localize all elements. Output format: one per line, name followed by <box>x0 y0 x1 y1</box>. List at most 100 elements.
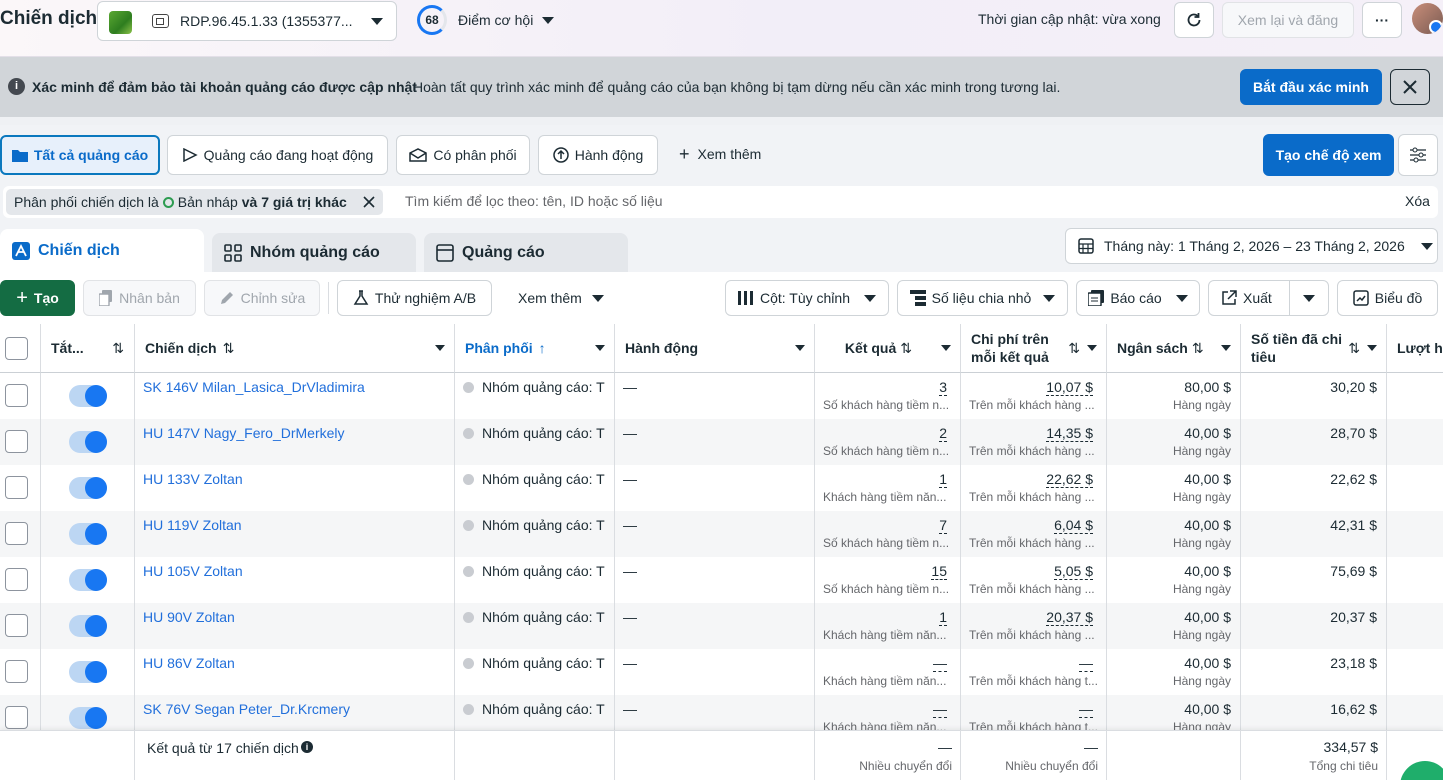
campaign-toggle[interactable] <box>69 431 107 453</box>
budget-value[interactable]: 40,00 $ <box>1107 425 1231 441</box>
row-checkbox[interactable] <box>5 706 28 729</box>
cpr-value[interactable]: — <box>1079 701 1093 718</box>
result-value[interactable]: 7 <box>939 517 947 534</box>
campaign-name-link[interactable]: SK 76V Segan Peter_Dr.Krcmery <box>143 701 350 717</box>
cpr-value[interactable]: 20,37 $ <box>1046 609 1093 626</box>
tab-ads[interactable]: Quảng cáo <box>424 233 628 272</box>
cpr-value[interactable]: 6,04 $ <box>1054 517 1093 534</box>
column-reach[interactable]: Lượt hi <box>1387 324 1443 373</box>
ab-test-button[interactable]: Thử nghiệm A/B <box>337 280 492 316</box>
cpr-value[interactable]: 14,35 $ <box>1046 425 1093 442</box>
column-cost-per-result[interactable]: Chi phí trên mỗi kết quả ⇅ <box>961 324 1107 373</box>
tab-all-ads[interactable]: Tất cả quảng cáo <box>0 135 160 175</box>
row-checkbox[interactable] <box>5 522 28 545</box>
column-amount-spent[interactable]: Số tiền đã chi tiêu ⇅ <box>1241 324 1387 373</box>
view-settings-button[interactable] <box>1398 134 1438 176</box>
result-value[interactable]: 1 <box>939 609 947 626</box>
column-delivery[interactable]: Phân phối ↑ <box>455 324 615 373</box>
chevron-down-icon[interactable] <box>542 17 554 24</box>
opportunity-score-label[interactable]: Điểm cơ hội <box>458 12 533 28</box>
avatar[interactable] <box>1412 3 1443 34</box>
help-bubble-icon[interactable] <box>1400 761 1443 780</box>
tab-active-ads[interactable]: Quảng cáo đang hoạt động <box>167 135 388 175</box>
campaign-toggle[interactable] <box>69 523 107 545</box>
campaign-name-link[interactable]: HU 119V Zoltan <box>143 517 242 533</box>
table-row[interactable]: HU 90V Zoltan Nhóm quảng cáo: T — 1 Khách hà… <box>0 603 1443 649</box>
result-value[interactable]: 2 <box>939 425 947 442</box>
table-row[interactable]: HU 147V Nagy_Fero_DrMerkely Nhóm quảng cá… <box>0 419 1443 465</box>
close-icon[interactable] <box>363 196 375 208</box>
start-verification-button[interactable]: Bắt đầu xác minh <box>1240 69 1382 105</box>
campaign-toggle[interactable] <box>69 385 107 407</box>
row-checkbox[interactable] <box>5 660 28 683</box>
campaign-name-link[interactable]: HU 86V Zoltan <box>143 655 235 671</box>
date-range-picker[interactable]: Tháng này: 1 Tháng 2, 2026 – 23 Tháng 2,… <box>1065 228 1438 264</box>
result-value[interactable]: — <box>933 655 947 672</box>
opportunity-score-ring[interactable]: 68 <box>417 5 447 35</box>
budget-value[interactable]: 40,00 $ <box>1107 701 1231 717</box>
table-row[interactable]: HU 133V Zoltan Nhóm quảng cáo: T — 1 Khách h… <box>0 465 1443 511</box>
row-checkbox[interactable] <box>5 430 28 453</box>
see-more-filters[interactable]: + Xem thêm <box>679 145 761 163</box>
close-banner-button[interactable] <box>1390 69 1430 105</box>
duplicate-button[interactable]: Nhân bản <box>83 280 196 316</box>
tab-with-delivery[interactable]: Có phân phối <box>396 135 530 175</box>
create-button[interactable]: + Tạo <box>0 280 75 316</box>
cpr-value[interactable]: 5,05 $ <box>1054 563 1093 580</box>
table-row[interactable]: HU 86V Zoltan Nhóm quảng cáo: T — — Khách hà… <box>0 649 1443 695</box>
review-publish-button[interactable]: Xem lại và đăng <box>1222 2 1354 38</box>
breakdown-button[interactable]: Số liệu chia nhỏ <box>897 280 1068 316</box>
charts-button[interactable]: Biểu đồ <box>1337 280 1438 316</box>
campaign-name-link[interactable]: SK 146V Milan_Lasica_DrVladimira <box>143 379 365 395</box>
tab-actions[interactable]: Hành động <box>538 135 658 175</box>
reports-button[interactable]: Báo cáo <box>1076 280 1200 316</box>
table-row[interactable]: HU 105V Zoltan Nhóm quảng cáo: T — 15 Số khá… <box>0 557 1443 603</box>
campaign-toggle[interactable] <box>69 661 107 683</box>
select-all-checkbox[interactable] <box>5 337 28 360</box>
result-value[interactable]: — <box>933 701 947 718</box>
column-budget[interactable]: Ngân sách ⇅ <box>1107 324 1241 373</box>
refresh-button[interactable] <box>1174 2 1214 38</box>
see-more-actions[interactable]: Xem thêm <box>518 290 604 306</box>
table-row[interactable]: SK 146V Milan_Lasica_DrVladimira Nhóm quả… <box>0 373 1443 419</box>
edit-button[interactable]: Chỉnh sửa <box>204 280 320 316</box>
result-value[interactable]: 3 <box>939 379 947 396</box>
row-checkbox[interactable] <box>5 614 28 637</box>
filter-chip[interactable]: Phân phối chiến dịch là Bản nháp và 7 gi… <box>6 189 383 215</box>
clear-filters-link[interactable]: Xóa <box>1405 193 1430 209</box>
column-toggle[interactable]: Tắt... ⇅ <box>41 324 135 373</box>
more-options-button[interactable]: ··· <box>1362 2 1402 38</box>
search-input[interactable]: Tìm kiếm để lọc theo: tên, ID hoặc số li… <box>405 193 1305 209</box>
budget-value[interactable]: 80,00 $ <box>1107 379 1231 395</box>
budget-value[interactable]: 40,00 $ <box>1107 655 1231 671</box>
campaign-name-link[interactable]: HU 147V Nagy_Fero_DrMerkely <box>143 425 345 441</box>
campaign-toggle[interactable] <box>69 569 107 591</box>
budget-value[interactable]: 40,00 $ <box>1107 609 1231 625</box>
columns-button[interactable]: Cột: Tùy chỉnh <box>725 280 889 316</box>
cpr-value[interactable]: 10,07 $ <box>1046 379 1093 396</box>
budget-value[interactable]: 40,00 $ <box>1107 471 1231 487</box>
table-row[interactable]: HU 119V Zoltan Nhóm quảng cáo: T — 7 Số khác… <box>0 511 1443 557</box>
campaign-toggle[interactable] <box>69 615 107 637</box>
create-view-button[interactable]: Tạo chế độ xem <box>1263 134 1394 176</box>
campaign-name-link[interactable]: HU 90V Zoltan <box>143 609 235 625</box>
export-dropdown-chevron-icon[interactable] <box>1303 295 1315 302</box>
tab-adsets[interactable]: Nhóm quảng cáo <box>212 233 416 272</box>
info-icon[interactable]: i <box>301 741 313 753</box>
row-checkbox[interactable] <box>5 568 28 591</box>
row-checkbox[interactable] <box>5 476 28 499</box>
cpr-value[interactable]: 22,62 $ <box>1046 471 1093 488</box>
result-value[interactable]: 1 <box>939 471 947 488</box>
budget-value[interactable]: 40,00 $ <box>1107 517 1231 533</box>
cpr-value[interactable]: — <box>1079 655 1093 672</box>
campaign-name-link[interactable]: HU 105V Zoltan <box>143 563 243 579</box>
budget-value[interactable]: 40,00 $ <box>1107 563 1231 579</box>
column-campaign[interactable]: Chiến dịch ⇅ <box>135 324 455 373</box>
column-results[interactable]: Kết quả ⇅ <box>815 324 961 373</box>
campaign-toggle[interactable] <box>69 707 107 729</box>
row-checkbox[interactable] <box>5 384 28 407</box>
account-selector[interactable]: RDP.96.45.1.33 (1355377... <box>97 1 397 41</box>
column-actions[interactable]: Hành động <box>615 324 815 373</box>
tab-campaigns[interactable]: Chiến dịch <box>0 229 204 272</box>
campaign-toggle[interactable] <box>69 477 107 499</box>
